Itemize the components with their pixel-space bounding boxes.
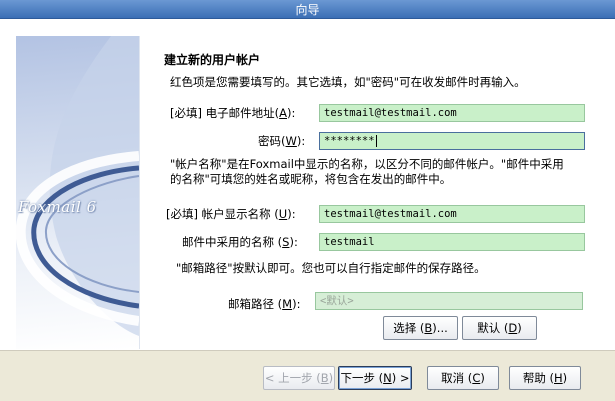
password-field[interactable]: ******** xyxy=(319,132,585,150)
browse-button[interactable]: 选择 (B)... xyxy=(383,316,458,340)
email-label: [必填] 电子邮件地址(A): xyxy=(170,106,296,120)
email-field[interactable]: testmail@testmail.com xyxy=(319,104,585,122)
password-value: ******** xyxy=(324,135,375,147)
wizard-content: Foxmail 6 建立新的用户帐户 红色项是您需要填写的。其它选填，如"密码"… xyxy=(0,19,615,350)
help-button[interactable]: 帮助 (H) xyxy=(509,366,581,390)
path-note: "邮箱路径"按默认即可。您也可以自行指定邮件的保存路径。 xyxy=(176,261,486,275)
mailbox-path-label: 邮箱路径 (M): xyxy=(228,297,301,311)
intro-text: 红色项是您需要填写的。其它选填，如"密码"可在收发邮件时再输入。 xyxy=(170,75,526,89)
foxmail-banner: Foxmail 6 xyxy=(16,36,140,349)
foxmail-logo: Foxmail 6 xyxy=(18,198,97,216)
account-note-line2: 的名称"可填您的姓名或昵称，将包含在发出的邮件中。 xyxy=(170,172,452,186)
next-button[interactable]: 下一步 (N) > xyxy=(338,366,412,390)
text-caret xyxy=(375,135,377,147)
banner-swoosh-graphic xyxy=(16,36,139,336)
password-label: 密码(W): xyxy=(258,134,306,148)
title-bar: 向导 xyxy=(0,0,615,19)
account-note-line1: "帐户名称"是在Foxmail中显示的名称，以区分不同的邮件帐户。"邮件中采用 xyxy=(170,157,564,171)
sender-name-label: 邮件中采用的名称 (S): xyxy=(182,235,298,249)
sender-name-field[interactable]: testmail xyxy=(319,233,585,251)
back-button: < 上一步 (B) xyxy=(263,366,335,390)
window-title: 向导 xyxy=(295,3,320,17)
cancel-button[interactable]: 取消 (C) xyxy=(427,366,499,390)
mailbox-path-field: <默认> xyxy=(315,292,583,310)
account-name-label: [必填] 帐户显示名称 (U): xyxy=(166,207,296,221)
page-heading: 建立新的用户帐户 xyxy=(164,53,261,67)
default-path-button[interactable]: 默认 (D) xyxy=(462,316,537,340)
button-bar: < 上一步 (B) 下一步 (N) > 取消 (C) 帮助 (H) xyxy=(0,350,615,401)
account-name-field[interactable]: testmail@testmail.com xyxy=(319,205,585,223)
